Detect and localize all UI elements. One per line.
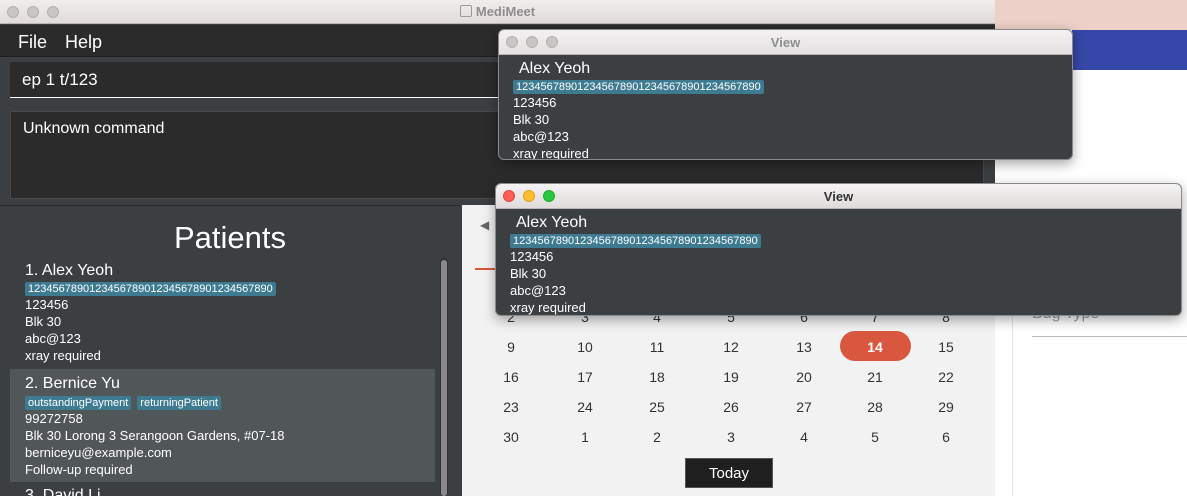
patient-list-scrollbar-thumb[interactable] (441, 260, 447, 496)
calendar-day[interactable]: 23 (476, 399, 546, 415)
patient-tag: returningPatient (137, 396, 221, 410)
view-patient-address: Blk 30 (513, 112, 550, 127)
calendar-day[interactable]: 5 (840, 429, 910, 445)
patient-card[interactable]: 1. Alex Yeoh 123456789012345678901234567… (10, 257, 435, 368)
minimize-window-button[interactable] (27, 6, 39, 18)
command-input-value: ep 1 t/123 (22, 70, 98, 89)
view-back-titlebar[interactable]: View (499, 30, 1072, 55)
close-window-button[interactable] (503, 190, 515, 202)
main-titlebar[interactable]: MediMeet (0, 0, 995, 24)
view-patient-email: abc@123 (513, 129, 569, 144)
patients-title: Patients (173, 220, 286, 255)
view-patient-note: xray required (513, 146, 589, 160)
calendar-day[interactable]: 21 (840, 369, 910, 385)
view-patient-phone: 123456 (510, 249, 554, 264)
view-patient-name: Alex Yeoh (516, 214, 588, 231)
view-patient-note: xray required (510, 300, 586, 315)
zoom-window-button[interactable] (546, 36, 558, 48)
calendar-day[interactable]: 9 (476, 339, 546, 355)
menu-help[interactable]: Help (65, 32, 102, 53)
patient-phone: 123456 (25, 297, 69, 312)
calendar-day[interactable]: 14 (840, 339, 910, 355)
calendar-day[interactable]: 10 (550, 339, 620, 355)
calendar-day[interactable]: 13 (769, 339, 839, 355)
patient-note: xray required (25, 348, 101, 363)
patient-email: berniceyu@example.com (25, 445, 172, 460)
today-button[interactable]: Today (685, 458, 773, 488)
background-app-header (1072, 30, 1187, 70)
view-front-titlebar[interactable]: View (496, 184, 1181, 209)
patient-card[interactable]: 3. David Li (10, 483, 435, 496)
patient-tag: outstandingPayment (25, 396, 132, 410)
calendar-day[interactable]: 6 (911, 429, 981, 445)
calendar-day[interactable]: 20 (769, 369, 839, 385)
calendar-day[interactable]: 15 (911, 339, 981, 355)
zoom-window-button[interactable] (543, 190, 555, 202)
calendar-day[interactable]: 26 (696, 399, 766, 415)
calendar-day[interactable]: 30 (476, 429, 546, 445)
patient-phone: 99272758 (25, 411, 83, 426)
calendar-day[interactable]: 25 (622, 399, 692, 415)
calendar-day[interactable]: 17 (550, 369, 620, 385)
result-text: Unknown command (23, 120, 165, 137)
calendar-prev-arrow-icon[interactable]: ◀ (480, 218, 489, 232)
calendar-day[interactable]: 28 (840, 399, 910, 415)
background-app-titlebar (995, 0, 1187, 30)
patient-email: abc@123 (25, 331, 81, 346)
patient-address: Blk 30 (25, 314, 62, 329)
minimize-window-button[interactable] (526, 36, 538, 48)
patient-tags: 1234567890123456789012345678901234567890 (25, 280, 282, 296)
calendar-day[interactable]: 29 (911, 399, 981, 415)
patient-card[interactable]: 2. Bernice Yu outstandingPayment returnin… (10, 369, 435, 482)
patient-tags: outstandingPayment returningPatient (25, 394, 227, 410)
zoom-window-button[interactable] (47, 6, 59, 18)
view-patient-email: abc@123 (510, 283, 566, 298)
view-patient-tags: 1234567890123456789012345678901234567890 (510, 232, 767, 248)
view-patient-tag: 1234567890123456789012345678901234567890 (510, 234, 761, 248)
view-patient-phone: 123456 (513, 95, 557, 110)
patient-note: Follow-up required (25, 462, 133, 477)
patient-name: 1. Alex Yeoh (25, 262, 114, 279)
calendar-day[interactable]: 11 (622, 339, 692, 355)
window-title: MediMeet (475, 4, 536, 19)
patient-name: 3. David Li (25, 487, 101, 496)
calendar-day[interactable]: 22 (911, 369, 981, 385)
view-patient-tag: 1234567890123456789012345678901234567890 (513, 80, 764, 94)
view-patient-name: Alex Yeoh (519, 60, 591, 77)
calendar-day[interactable]: 24 (550, 399, 620, 415)
minimize-window-button[interactable] (523, 190, 535, 202)
close-window-button[interactable] (506, 36, 518, 48)
calendar-day[interactable]: 2 (622, 429, 692, 445)
app-icon (459, 5, 472, 17)
calendar-day[interactable]: 19 (696, 369, 766, 385)
view-patient-tags: 1234567890123456789012345678901234567890 (513, 78, 770, 94)
view-back-title: View (770, 35, 801, 50)
view-patient-address: Blk 30 (510, 266, 547, 281)
calendar-day[interactable]: 16 (476, 369, 546, 385)
patient-name: 2. Bernice Yu (25, 375, 120, 392)
calendar-day[interactable]: 1 (550, 429, 620, 445)
view-window-front: View Alex Yeoh 1234567890123456789012345… (495, 183, 1182, 316)
calendar-day[interactable]: 27 (769, 399, 839, 415)
calendar-day[interactable]: 3 (696, 429, 766, 445)
background-divider (1012, 310, 1013, 496)
calendar-day[interactable]: 18 (622, 369, 692, 385)
patient-tag: 1234567890123456789012345678901234567890 (25, 282, 276, 296)
bug-type-underline (1032, 336, 1187, 337)
patient-address: Blk 30 Lorong 3 Serangoon Gardens, #07-1… (25, 428, 285, 443)
view-window-back: View Alex Yeoh 1234567890123456789012345… (498, 29, 1073, 160)
view-front-title: View (823, 189, 854, 204)
calendar-day[interactable]: 4 (769, 429, 839, 445)
close-window-button[interactable] (7, 6, 19, 18)
menu-file[interactable]: File (18, 32, 47, 53)
calendar-day[interactable]: 12 (696, 339, 766, 355)
